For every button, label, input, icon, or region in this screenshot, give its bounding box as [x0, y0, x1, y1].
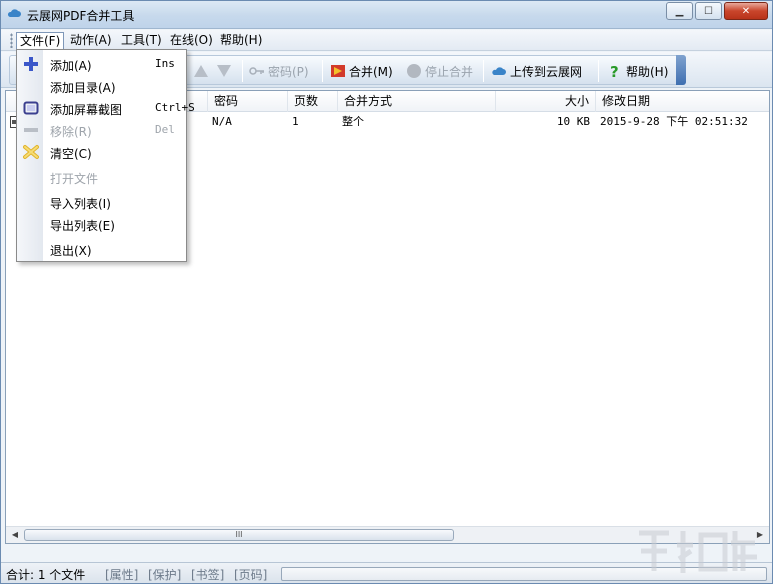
scroll-right-button[interactable]: ▶	[753, 529, 767, 541]
scroll-left-button[interactable]: ◀	[8, 529, 22, 541]
menu-item-import-list[interactable]: 导入列表(I)	[17, 192, 186, 212]
close-button[interactable]: ✕	[724, 2, 768, 20]
menu-item-shortcut: Ins	[155, 57, 175, 70]
svg-text:?: ?	[610, 63, 619, 79]
file-menu-dropdown: 添加(A) Ins 添加目录(A) 添加屏幕截图 Ctrl+S 移除(R) De…	[16, 49, 195, 262]
cell-merge-mode: 整个	[342, 115, 364, 128]
menu-tools[interactable]: 工具(T)	[118, 32, 165, 49]
menu-item-label: 添加(A)	[50, 59, 92, 73]
stop-icon	[407, 64, 421, 78]
window-controls: ▁ ☐ ✕	[664, 2, 768, 20]
move-up-button[interactable]	[193, 62, 209, 80]
merge-icon	[331, 65, 345, 77]
scroll-thumb[interactable]: III	[24, 529, 454, 541]
menu-item-exit[interactable]: 退出(X)	[17, 239, 186, 259]
merge-button[interactable]: 合并(M)	[330, 62, 393, 80]
menu-item-add[interactable]: 添加(A) Ins	[17, 54, 186, 74]
maximize-button[interactable]: ☐	[695, 2, 722, 20]
column-header-password[interactable]: 密码	[208, 91, 288, 112]
cell-modified: 2015-9-28 下午 02:51:32	[600, 115, 748, 128]
menu-item-shortcut: Ctrl+S	[155, 101, 195, 114]
toolbar-overflow-button[interactable]	[676, 55, 686, 85]
upload-button-label: 上传到云展网	[510, 64, 583, 79]
status-bookmark-link[interactable]: [书签]	[191, 566, 224, 583]
toolbar-separator	[242, 60, 243, 82]
column-header-size[interactable]: 大小	[496, 91, 596, 112]
menu-help[interactable]: 帮助(H)	[217, 32, 265, 49]
menu-separator	[48, 165, 183, 166]
menu-item-add-folder[interactable]: 添加目录(A)	[17, 76, 186, 96]
status-page-number-link[interactable]: [页码]	[234, 566, 267, 583]
cloud-icon	[7, 9, 21, 17]
menu-item-add-screenshot[interactable]: 添加屏幕截图 Ctrl+S	[17, 98, 195, 118]
stop-merge-button-label: 停止合并	[425, 64, 474, 79]
merge-button-label: 合并(M)	[349, 64, 393, 79]
help-icon: ?	[610, 63, 619, 79]
menu-item-label: 导入列表(I)	[50, 197, 111, 211]
cell-password: N/A	[212, 115, 232, 128]
menu-online[interactable]: 在线(O)	[167, 32, 216, 49]
app-window: 云展网PDF合并工具 ▁ ☐ ✕ 文件(F) 动作(A) 工具(T) 在线(O)…	[0, 0, 773, 584]
password-button-label: 密码(P)	[268, 64, 309, 79]
plus-icon	[24, 57, 38, 71]
status-protect-link[interactable]: [保护]	[148, 566, 181, 583]
menu-separator	[48, 189, 183, 190]
window-title: 云展网PDF合并工具	[27, 9, 135, 23]
arrow-up-icon	[194, 65, 208, 77]
menu-item-open-file[interactable]: 打开文件	[17, 167, 186, 187]
title-bar: 云展网PDF合并工具 ▁ ☐ ✕	[1, 1, 772, 29]
toolbar-separator	[598, 60, 599, 82]
password-button[interactable]: 密码(P)	[249, 62, 309, 80]
toolbar-separator	[322, 60, 323, 82]
menu-item-label: 添加目录(A)	[50, 81, 116, 95]
menubar-grip[interactable]	[10, 33, 13, 48]
column-header-modified[interactable]: 修改日期	[596, 91, 769, 112]
menu-item-label: 退出(X)	[50, 244, 92, 258]
key-icon	[249, 67, 264, 75]
cloud-upload-icon	[492, 67, 506, 75]
menu-item-export-list[interactable]: 导出列表(E)	[17, 214, 186, 234]
minus-icon	[24, 128, 38, 132]
stop-merge-button[interactable]: 停止合并	[406, 62, 473, 80]
help-button[interactable]: ? 帮助(H)	[607, 62, 668, 80]
move-down-button[interactable]	[216, 62, 232, 80]
horizontal-scrollbar[interactable]: ◀ III ▶	[6, 526, 769, 543]
clear-icon	[23, 145, 39, 159]
menu-item-label: 添加屏幕截图	[50, 103, 123, 117]
menu-separator	[48, 236, 183, 237]
menu-item-clear[interactable]: 清空(C)	[17, 142, 186, 162]
menu-item-label: 清空(C)	[50, 147, 92, 161]
menu-item-label: 导出列表(E)	[50, 219, 115, 233]
menu-item-shortcut: Del	[155, 123, 175, 136]
status-bar: 合计: 1 个文件 [属性] [保护] [书签] [页码]	[1, 562, 772, 583]
column-header-pages[interactable]: 页数	[288, 91, 338, 112]
cell-size: 10 KB	[556, 115, 590, 128]
column-header-merge-mode[interactable]: 合并方式	[338, 91, 496, 112]
menu-item-remove[interactable]: 移除(R) Del	[17, 120, 186, 140]
toolbar-separator	[483, 60, 484, 82]
menu-action[interactable]: 动作(A)	[67, 32, 115, 49]
menu-file[interactable]: 文件(F)	[16, 32, 65, 49]
cell-pages: 1	[292, 115, 299, 128]
menu-item-label: 打开文件	[50, 172, 99, 186]
screenshot-icon	[23, 101, 39, 115]
minimize-button[interactable]: ▁	[666, 2, 693, 20]
status-total: 合计: 1 个文件	[6, 568, 86, 582]
upload-button[interactable]: 上传到云展网	[491, 62, 582, 80]
help-button-label: 帮助(H)	[626, 64, 669, 79]
menu-bar: 文件(F) 动作(A) 工具(T) 在线(O) 帮助(H)	[1, 30, 772, 51]
menu-item-label: 移除(R)	[50, 125, 92, 139]
status-properties-link[interactable]: [属性]	[105, 566, 138, 583]
progress-bar	[281, 567, 767, 581]
arrow-down-icon	[217, 65, 231, 77]
